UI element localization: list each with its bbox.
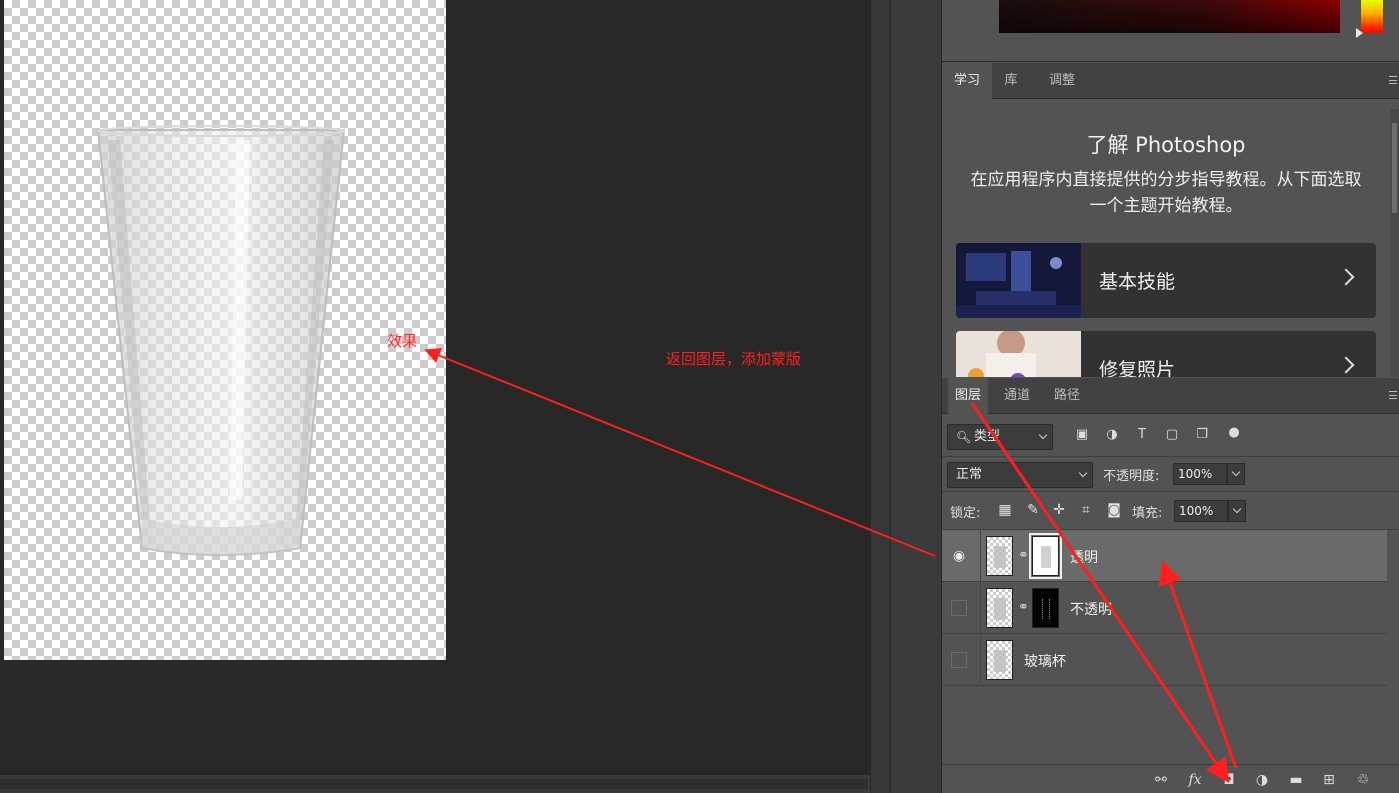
- hue-marker-icon[interactable]: [1356, 28, 1363, 38]
- tutorial-card-repair-photos[interactable]: 修复照片: [956, 331, 1376, 377]
- chevron-right-icon: [1337, 356, 1355, 374]
- canvas-area[interactable]: 效果 返回图层，添加蒙版: [0, 0, 870, 775]
- card-label: 修复照片: [1099, 359, 1176, 377]
- blend-mode-select[interactable]: 正常: [947, 462, 1093, 488]
- tab-learn[interactable]: 学习: [942, 63, 992, 99]
- learn-tabbar: 学习 库 调整: [942, 63, 1399, 99]
- right-panels: 学习 库 调整 了解 Photoshop 在应用程序内直接提供的分步指导教程。从…: [942, 0, 1399, 793]
- add-mask-icon[interactable]: ◘: [1220, 771, 1238, 789]
- divider: [980, 634, 981, 686]
- effect-annotation: 效果: [387, 332, 418, 350]
- shape-filter-icon[interactable]: ▢: [1164, 427, 1180, 443]
- filter-toggle-icon[interactable]: ●: [1226, 425, 1242, 441]
- blend-row: 正常 不透明度: 100%: [942, 457, 1399, 492]
- tab-adjustments[interactable]: 调整: [1036, 63, 1088, 99]
- panel-dock-strip: [890, 0, 942, 793]
- visibility-toggle[interactable]: [951, 652, 967, 668]
- tab-layers[interactable]: 图层: [948, 378, 988, 414]
- delete-icon[interactable]: ♲: [1354, 771, 1372, 789]
- layer-name[interactable]: 透明: [1070, 547, 1098, 567]
- filter-kind-value: 类型: [974, 429, 1001, 444]
- chevron-right-icon: [1337, 268, 1355, 286]
- filter-kind-select[interactable]: 🔍︎ 类型: [947, 424, 1053, 450]
- layer-thumbnail[interactable]: [986, 588, 1013, 628]
- divider: [980, 530, 981, 582]
- search-icon: 🔍︎: [956, 430, 972, 444]
- opacity-input[interactable]: 100%: [1173, 463, 1227, 485]
- lock-position-icon[interactable]: ✛: [1051, 502, 1067, 518]
- learn-panel-body: 了解 Photoshop 在应用程序内直接提供的分步指导教程。从下面选取一个主题…: [942, 101, 1399, 377]
- lock-pixels-icon[interactable]: ✎: [1025, 502, 1041, 518]
- layer-mask-thumbnail[interactable]: [1029, 533, 1062, 579]
- instruction-annotation: 返回图层，添加蒙版: [666, 350, 802, 368]
- lock-row: 锁定: ▦ ✎ ✛ ⌗ ◙ 填充: 100%: [942, 492, 1399, 530]
- lock-label: 锁定:: [950, 506, 981, 521]
- opacity-label: 不透明度:: [1103, 469, 1160, 484]
- basic-skills-thumbnail: [956, 243, 1081, 318]
- layer-row-opaque[interactable]: ⚭ 不透明: [942, 582, 1387, 634]
- image-filter-icon[interactable]: ▣: [1074, 427, 1090, 443]
- chain-link-icon[interactable]: ⚭: [1018, 599, 1029, 617]
- layer-mask-thumbnail[interactable]: [1032, 588, 1059, 628]
- layer-row-glass[interactable]: 玻璃杯: [942, 634, 1387, 686]
- learn-description: 在应用程序内直接提供的分步指导教程。从下面选取一个主题开始教程。: [970, 170, 1362, 216]
- lock-artboard-icon[interactable]: ⌗: [1078, 502, 1094, 518]
- new-layer-icon[interactable]: ⊞: [1320, 771, 1338, 789]
- divider: [980, 582, 981, 634]
- lock-all-icon[interactable]: ◙: [1106, 502, 1122, 518]
- layer-name[interactable]: 玻璃杯: [1024, 651, 1066, 671]
- layer-name[interactable]: 不透明: [1070, 599, 1112, 619]
- hue-slider[interactable]: [1361, 0, 1383, 33]
- chevron-down-icon: [1078, 468, 1088, 478]
- fill-input[interactable]: 100%: [1174, 500, 1228, 522]
- smart-object-filter-icon[interactable]: ❐: [1194, 427, 1210, 443]
- color-picker-field[interactable]: [999, 0, 1340, 33]
- layer-thumbnail[interactable]: [986, 640, 1013, 680]
- glass-cup-image: [96, 125, 346, 556]
- layer-row-transparent[interactable]: ◉ ⚭ 透明: [942, 530, 1387, 582]
- lock-transparency-icon[interactable]: ▦: [997, 502, 1013, 518]
- horizontal-scrollbar[interactable]: [0, 775, 870, 793]
- opacity-dropdown-icon[interactable]: [1227, 463, 1245, 485]
- learn-title: 了解 Photoshop: [1086, 133, 1246, 157]
- fill-dropdown-icon[interactable]: [1228, 500, 1246, 522]
- scroll-thumb[interactable]: [1392, 123, 1397, 213]
- text-filter-icon[interactable]: T: [1134, 427, 1150, 443]
- layer-filter-row: 🔍︎ 类型 ▣ ◑ T ▢ ❐ ●: [942, 414, 1399, 457]
- repair-photos-thumbnail: [956, 331, 1081, 377]
- panel-menu-icon[interactable]: [1389, 391, 1397, 399]
- layers-tabbar: 图层 通道 路径: [942, 378, 1399, 414]
- layers-footer: ⚯ fx ◘ ◑ ▬ ⊞ ♲: [942, 764, 1399, 793]
- panel-menu-icon[interactable]: [1389, 76, 1397, 84]
- learn-scrollbar[interactable]: [1390, 109, 1399, 377]
- group-folder-icon[interactable]: ▬: [1287, 771, 1305, 789]
- adjustment-filter-icon[interactable]: ◑: [1104, 427, 1120, 443]
- photoshop-window: 效果 返回图层，添加蒙版 学习 库 调整 了解 Photoshop 在应用程序内…: [0, 0, 1399, 793]
- document-canvas[interactable]: [4, 0, 446, 660]
- layer-list: ◉ ⚭ 透明 ⚭ 不透明 玻璃杯: [942, 530, 1399, 762]
- tab-library[interactable]: 库: [992, 63, 1030, 99]
- eye-icon[interactable]: ◉: [951, 548, 967, 564]
- fill-label: 填充:: [1132, 506, 1163, 521]
- chain-link-icon[interactable]: ⚭: [1018, 547, 1029, 565]
- scroll-thumb[interactable]: [0, 779, 868, 789]
- blend-mode-value: 正常: [956, 467, 983, 482]
- tab-channels[interactable]: 通道: [994, 378, 1040, 414]
- adjustment-layer-icon[interactable]: ◑: [1253, 771, 1271, 789]
- chevron-down-icon: [1038, 430, 1048, 440]
- tab-paths[interactable]: 路径: [1046, 378, 1088, 414]
- layer-thumbnail[interactable]: [986, 536, 1013, 576]
- tutorial-card-basic-skills[interactable]: 基本技能: [956, 243, 1376, 318]
- link-layers-icon[interactable]: ⚯: [1152, 771, 1170, 789]
- card-label: 基本技能: [1099, 271, 1176, 293]
- fx-icon[interactable]: fx: [1186, 771, 1204, 789]
- vertical-scrollbar[interactable]: [870, 0, 890, 793]
- color-panel: [942, 0, 1399, 62]
- visibility-toggle[interactable]: [951, 600, 967, 616]
- layers-panel-body: 🔍︎ 类型 ▣ ◑ T ▢ ❐ ● 正常 不透明度: 100% 锁定: ▦ ✎ …: [942, 414, 1399, 793]
